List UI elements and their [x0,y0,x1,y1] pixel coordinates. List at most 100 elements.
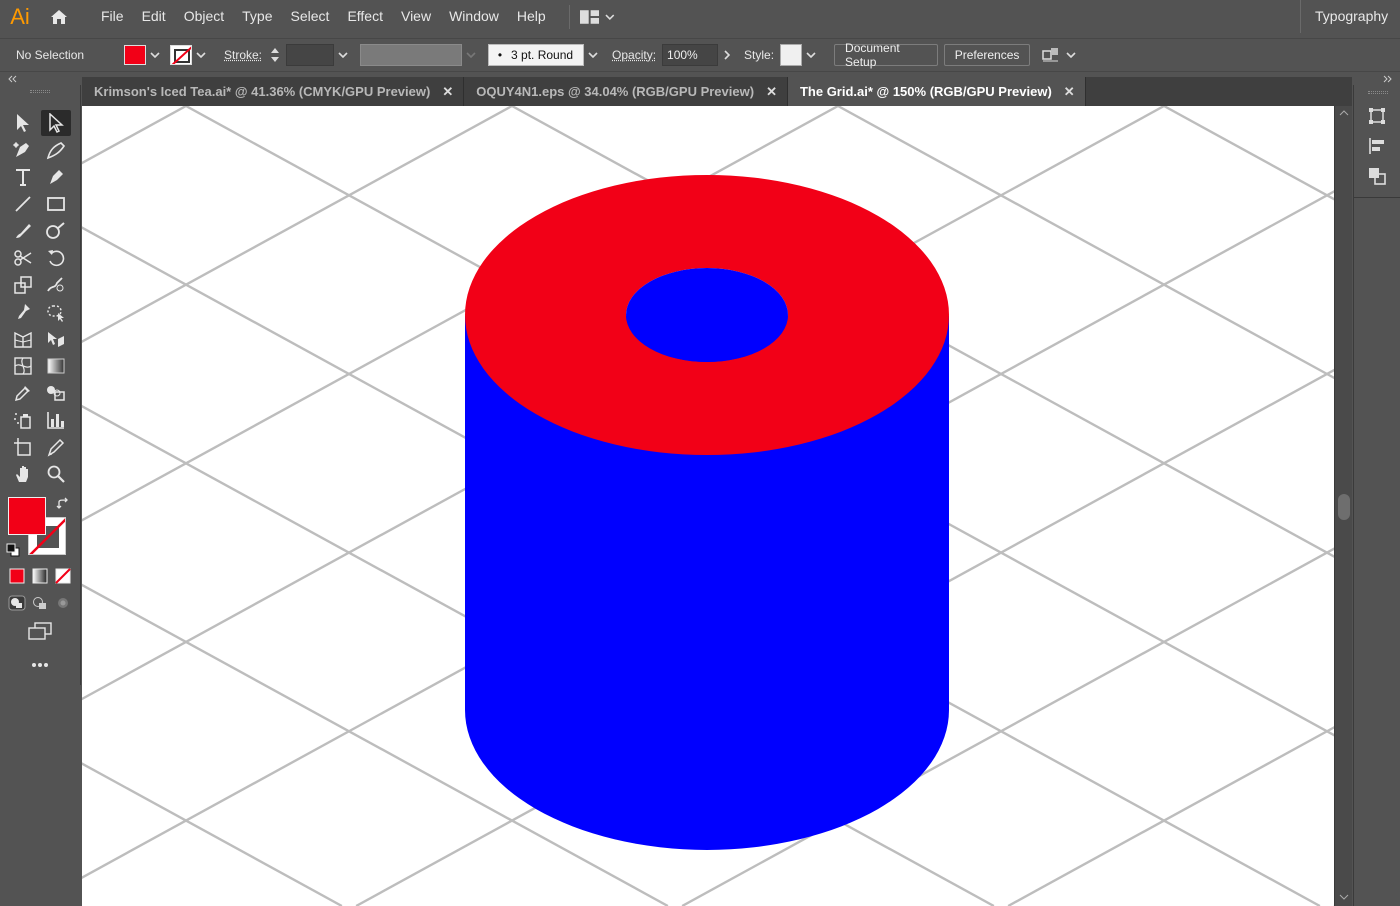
collapse-left-icon[interactable] [8,75,18,83]
menu-type[interactable]: Type [233,0,281,33]
puppet-warp-tool-icon[interactable] [8,299,38,325]
stroke-dropdown[interactable] [192,45,210,65]
shape-builder-tool-icon[interactable] [41,326,71,352]
scroll-up-icon[interactable] [1339,110,1349,116]
brush-definition[interactable]: • 3 pt. Round [488,44,584,66]
fill-swatch[interactable] [124,45,146,65]
tab-label: The Grid.ai* @ 150% (RGB/GPU Preview) [800,84,1052,99]
free-transform-tool-icon[interactable] [41,299,71,325]
arrange-button[interactable] [1042,44,1082,66]
scale-tool-icon[interactable] [8,272,38,298]
transform-panel-icon[interactable] [1366,105,1388,127]
close-icon[interactable]: ✕ [1064,84,1075,100]
blend-tool-icon[interactable] [41,380,71,406]
zoom-tool-icon[interactable] [41,461,71,487]
graphic-style-swatch[interactable] [780,44,802,66]
pathfinder-panel-icon[interactable] [1366,165,1388,187]
opacity-expand[interactable] [718,45,736,65]
line-segment-tool-icon[interactable] [8,191,38,217]
stroke-swatch[interactable] [170,45,192,65]
chevron-down-icon [196,52,206,58]
scissors-tool-icon[interactable] [8,245,38,271]
slice-tool-icon[interactable] [41,434,71,460]
collapse-right-icon[interactable] [1382,75,1392,83]
menu-window[interactable]: Window [440,0,508,33]
cylinder-object[interactable] [465,175,949,850]
draw-inside-icon[interactable] [52,592,74,614]
panel-grip[interactable] [1368,91,1388,94]
rotate-tool-icon[interactable] [41,245,71,271]
column-graph-tool-icon[interactable] [41,407,71,433]
variable-width-profile[interactable] [360,44,462,66]
brush-dropdown[interactable] [584,45,602,65]
eyedropper-tool-icon[interactable] [8,380,38,406]
artboard-tool-icon[interactable] [8,434,38,460]
gradient-mode-icon[interactable] [29,565,51,587]
menu-select[interactable]: Select [282,0,339,33]
rectangle-tool-icon[interactable] [41,191,71,217]
stroke-label[interactable]: Stroke: [224,48,262,62]
opacity-label[interactable]: Opacity: [612,48,656,62]
stroke-weight-stepper[interactable] [268,44,282,66]
arrange-documents-button[interactable] [569,5,615,29]
variable-width-dropdown[interactable] [462,45,480,65]
menu-edit[interactable]: Edit [133,0,175,33]
selection-tool-icon[interactable] [8,110,38,136]
scrollbar-thumb[interactable] [1338,494,1350,520]
paintbrush-tool-icon[interactable] [8,218,38,244]
fill-color-box[interactable] [8,497,46,535]
draw-behind-icon[interactable] [29,592,51,614]
swap-fill-stroke-icon[interactable] [56,497,70,511]
style-label: Style: [744,48,774,62]
tab-krimsons-iced-tea[interactable]: Krimson's Iced Tea.ai* @ 41.36% (CMYK/GP… [82,77,464,106]
color-mode-icon[interactable] [6,565,28,587]
home-icon[interactable] [40,0,78,33]
symbol-sprayer-tool-icon[interactable] [8,407,38,433]
curvature-tool-icon[interactable] [8,137,38,163]
none-mode-icon[interactable] [52,565,74,587]
menu-view[interactable]: View [392,0,440,33]
tab-the-grid[interactable]: The Grid.ai* @ 150% (RGB/GPU Preview) ✕ [788,77,1086,106]
vertical-scrollbar[interactable] [1334,106,1352,906]
gradient-tool-icon[interactable] [41,353,71,379]
default-fill-stroke-icon[interactable] [6,543,20,557]
workspace-switcher[interactable]: Typography [1300,0,1400,33]
draw-normal-icon[interactable] [6,592,28,614]
screen-mode-icon[interactable] [25,620,55,642]
stroke-weight-field[interactable] [286,44,334,66]
arrange-documents-icon [580,10,599,24]
opacity-field[interactable]: 100% [662,44,718,66]
arrange-icon [1042,47,1060,63]
tab-oquy4n1[interactable]: OQUY4N1.eps @ 34.04% (RGB/GPU Preview) ✕ [464,77,788,106]
artboard-canvas[interactable] [82,106,1334,906]
hand-tool-icon[interactable] [8,461,38,487]
close-icon[interactable]: ✕ [442,84,453,100]
fill-dropdown[interactable] [146,45,164,65]
document-setup-button[interactable]: Document Setup [834,44,938,66]
chevron-down-icon [806,52,816,58]
direct-selection-tool-icon[interactable] [41,110,71,136]
selection-status: No Selection [16,48,104,62]
stroke-weight-dropdown[interactable] [334,45,352,65]
align-panel-icon[interactable] [1366,135,1388,157]
warp-tool-icon[interactable] [41,272,71,298]
menu-help[interactable]: Help [508,0,555,33]
pen-add-tool-icon[interactable] [41,164,71,190]
chevron-down-icon [1066,52,1076,58]
pen-tool-icon[interactable] [41,137,71,163]
perspective-grid-tool-icon[interactable] [8,326,38,352]
scroll-down-icon[interactable] [1339,894,1349,900]
edit-toolbar-icon[interactable] [25,655,55,675]
mesh-tool-icon[interactable] [8,353,38,379]
toolbar-grip[interactable] [30,90,50,93]
menu-object[interactable]: Object [175,0,233,33]
preferences-button[interactable]: Preferences [944,44,1030,66]
shaper-tool-icon[interactable] [41,218,71,244]
menu-file[interactable]: File [92,0,133,33]
cylinder-inner-hole[interactable] [626,268,788,362]
close-icon[interactable]: ✕ [766,84,777,100]
graphic-style-dropdown[interactable] [802,45,820,65]
type-tool-icon[interactable] [8,164,38,190]
grid-line [82,106,186,906]
menu-effect[interactable]: Effect [338,0,392,33]
